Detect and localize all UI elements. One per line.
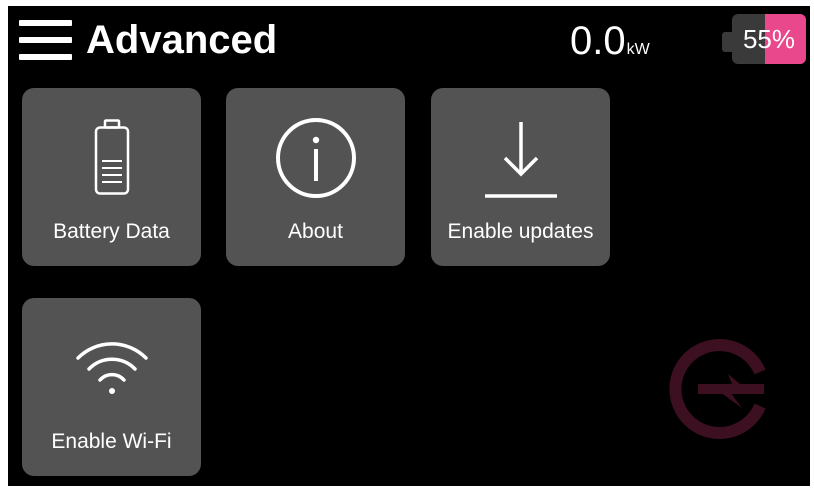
battery-terminal (722, 32, 732, 52)
tile-label: Enable Wi-Fi (51, 430, 172, 453)
battery-icon (22, 110, 201, 206)
tile-label: Battery Data (53, 220, 170, 243)
power-readout: 0.0kW (570, 18, 650, 73)
enable-updates-tile[interactable]: Enable updates (431, 88, 610, 266)
battery-indicator: 55% (722, 14, 806, 64)
page-title: Advanced (86, 18, 278, 62)
about-tile[interactable]: About (226, 88, 405, 266)
info-icon (226, 110, 405, 206)
tile-label: About (288, 220, 343, 243)
battery-data-tile[interactable]: Battery Data (22, 88, 201, 266)
hamburger-menu-icon[interactable] (19, 20, 72, 60)
battery-percent: 55% (742, 24, 796, 54)
power-unit: kW (626, 41, 650, 58)
brand-logo (668, 334, 778, 444)
wifi-icon (22, 320, 201, 416)
enable-wifi-tile[interactable]: Enable Wi-Fi (22, 298, 201, 476)
download-icon (431, 110, 610, 206)
battery-body: 55% (732, 14, 806, 64)
device-screen: Advanced 0.0kW 55% Battery Data About En… (8, 6, 810, 486)
power-value: 0.0 (570, 19, 626, 63)
tile-label: Enable updates (447, 220, 594, 243)
